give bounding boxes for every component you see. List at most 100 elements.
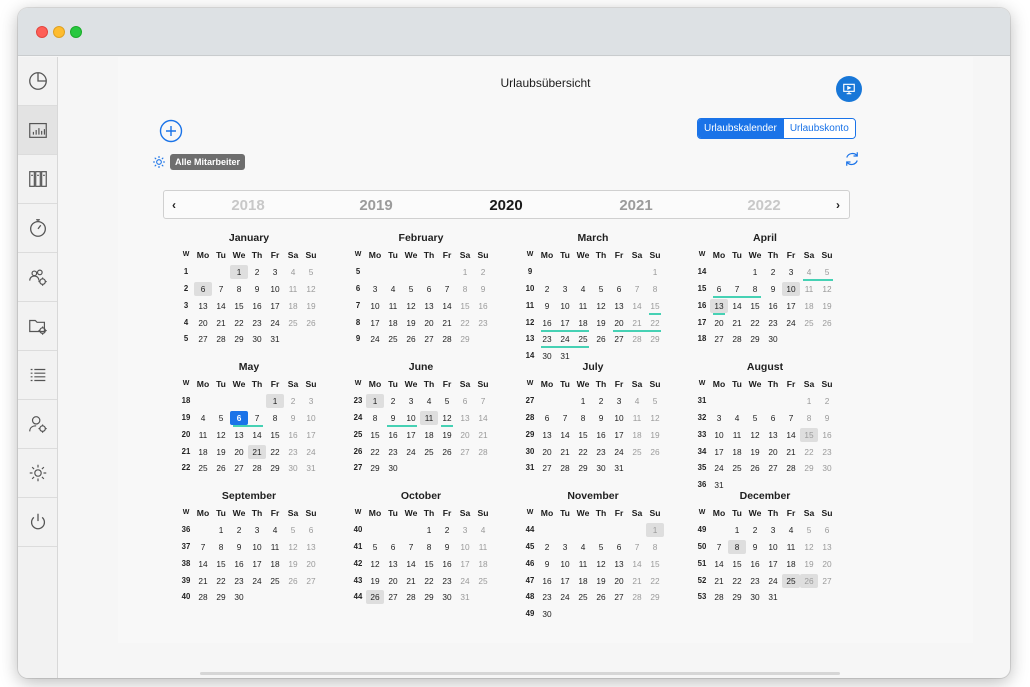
day-cell[interactable]: 20 [420, 316, 438, 330]
day-cell[interactable]: 25 [420, 445, 438, 459]
day-cell[interactable]: 10 [248, 540, 266, 554]
day-cell[interactable]: 10 [402, 411, 420, 427]
day-cell[interactable]: 24 [556, 332, 574, 349]
close-window-button[interactable] [36, 26, 48, 38]
day-cell[interactable]: 18 [384, 316, 402, 330]
day-cell[interactable]: 14 [194, 557, 212, 571]
day-cell[interactable]: 5 [212, 411, 230, 425]
day-cell[interactable]: 20 [538, 445, 556, 459]
day-cell[interactable]: 10 [764, 540, 782, 554]
day-cell[interactable]: 29 [212, 590, 230, 604]
day-cell[interactable]: 29 [420, 590, 438, 604]
day-cell[interactable]: 4 [574, 540, 592, 554]
day-cell[interactable]: 14 [710, 557, 728, 571]
day-cell[interactable]: 1 [746, 265, 764, 279]
day-cell[interactable]: 25 [474, 574, 492, 588]
day-cell[interactable]: 26 [212, 461, 230, 475]
year-2022[interactable]: 2022 [724, 197, 804, 214]
day-cell[interactable]: 20 [384, 574, 402, 588]
day-cell[interactable]: 11 [574, 557, 592, 571]
day-cell[interactable]: 23 [474, 316, 492, 330]
day-cell[interactable]: 24 [402, 445, 420, 459]
day-cell[interactable]: 15 [800, 427, 818, 442]
day-cell[interactable]: 2 [538, 540, 556, 554]
day-cell[interactable]: 6 [710, 282, 728, 298]
day-cell[interactable]: 26 [302, 316, 320, 330]
sidebar-item-list[interactable] [18, 351, 57, 400]
day-cell[interactable]: 20 [230, 445, 248, 459]
day-cell[interactable]: 28 [628, 590, 646, 604]
day-cell[interactable]: 21 [710, 574, 728, 588]
day-cell[interactable]: 18 [574, 316, 592, 332]
day-cell[interactable]: 7 [728, 282, 746, 298]
day-cell[interactable]: 16 [248, 299, 266, 313]
day-cell[interactable]: 3 [764, 523, 782, 537]
day-cell[interactable]: 21 [194, 574, 212, 588]
day-cell[interactable]: 9 [764, 282, 782, 296]
day-cell[interactable]: 8 [366, 411, 384, 425]
day-cell[interactable]: 26 [800, 573, 818, 588]
day-cell[interactable]: 17 [556, 316, 574, 332]
day-cell[interactable]: 29 [266, 461, 284, 475]
day-cell[interactable]: 25 [574, 332, 592, 349]
day-cell[interactable]: 18 [728, 445, 746, 459]
day-cell[interactable]: 25 [800, 316, 818, 330]
day-cell[interactable]: 28 [628, 332, 646, 346]
day-cell[interactable]: 29 [574, 461, 592, 475]
day-cell[interactable]: 18 [194, 445, 212, 459]
day-cell[interactable]: 22 [646, 574, 664, 588]
day-cell[interactable]: 17 [366, 316, 384, 330]
day-cell[interactable]: 28 [194, 590, 212, 604]
day-cell[interactable]: 10 [556, 299, 574, 313]
day-cell[interactable]: 17 [456, 557, 474, 571]
day-cell[interactable]: 12 [592, 299, 610, 313]
day-cell[interactable]: 18 [628, 428, 646, 442]
day-cell[interactable]: 1 [266, 394, 284, 409]
sidebar-item-team-settings[interactable] [18, 253, 57, 302]
day-cell[interactable]: 3 [266, 265, 284, 279]
day-cell[interactable]: 21 [438, 316, 456, 330]
day-cell[interactable]: 7 [212, 282, 230, 296]
day-cell[interactable]: 11 [628, 411, 646, 425]
day-cell[interactable]: 8 [646, 540, 664, 554]
day-cell[interactable]: 31 [456, 590, 474, 604]
day-cell[interactable]: 9 [384, 411, 402, 427]
day-cell[interactable]: 21 [474, 428, 492, 442]
day-cell[interactable]: 30 [230, 590, 248, 604]
day-cell[interactable]: 18 [782, 557, 800, 571]
day-cell[interactable]: 25 [284, 316, 302, 330]
day-cell[interactable]: 19 [366, 574, 384, 588]
day-cell[interactable]: 20 [302, 557, 320, 571]
day-cell[interactable]: 24 [366, 332, 384, 346]
day-cell[interactable]: 16 [538, 574, 556, 588]
day-cell[interactable]: 19 [592, 316, 610, 330]
day-cell[interactable]: 12 [818, 282, 836, 296]
day-cell[interactable]: 17 [610, 428, 628, 442]
day-cell[interactable]: 12 [592, 557, 610, 571]
day-cell[interactable]: 13 [456, 411, 474, 425]
day-cell[interactable]: 2 [248, 265, 266, 279]
sidebar-item-logout[interactable] [18, 498, 57, 547]
day-cell[interactable]: 14 [556, 428, 574, 442]
day-cell[interactable]: 11 [782, 540, 800, 554]
day-cell[interactable]: 31 [764, 590, 782, 604]
day-cell[interactable]: 13 [610, 299, 628, 313]
day-cell[interactable]: 6 [194, 281, 212, 296]
day-cell[interactable]: 12 [366, 557, 384, 571]
day-cell[interactable]: 1 [646, 523, 664, 538]
day-cell[interactable]: 19 [800, 557, 818, 571]
day-cell[interactable]: 2 [538, 282, 556, 296]
sidebar-item-statistics[interactable] [18, 106, 57, 155]
day-cell[interactable]: 16 [384, 428, 402, 442]
day-cell[interactable]: 25 [628, 445, 646, 459]
day-cell[interactable]: 15 [366, 428, 384, 442]
day-cell[interactable]: 29 [456, 332, 474, 346]
day-cell[interactable]: 4 [194, 411, 212, 425]
day-cell[interactable]: 21 [556, 445, 574, 459]
day-cell[interactable]: 11 [266, 540, 284, 554]
day-cell[interactable]: 30 [248, 332, 266, 346]
day-cell[interactable]: 8 [728, 539, 746, 554]
day-cell[interactable]: 26 [438, 445, 456, 459]
day-cell[interactable]: 4 [574, 282, 592, 296]
day-cell[interactable]: 27 [230, 461, 248, 475]
